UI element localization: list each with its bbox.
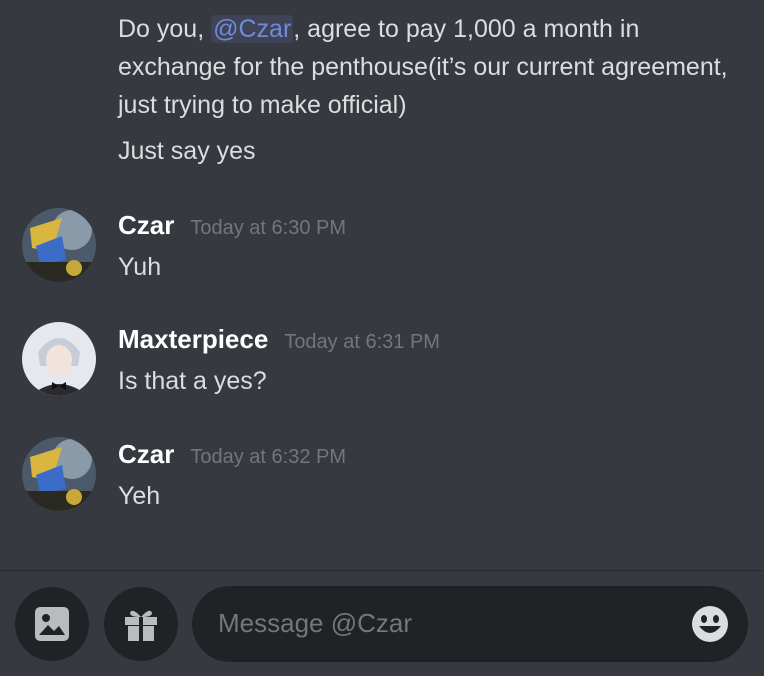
emoji-icon [692, 606, 728, 642]
message-text: Yuh [118, 253, 162, 281]
timestamp: Today at 6:31 PM [284, 331, 440, 353]
gift-button[interactable] [104, 587, 178, 661]
message-header: Czar Today at 6:30 PM [118, 210, 346, 241]
timestamp: Today at 6:32 PM [190, 446, 347, 468]
user-mention[interactable]: @Czar [211, 15, 294, 43]
attach-image-button[interactable] [15, 587, 89, 661]
message-input-placeholder: Message @Czar [218, 608, 413, 638]
username[interactable]: Czar [118, 439, 174, 470]
message-text-part: Do you, [118, 15, 212, 43]
gift-icon [125, 610, 157, 641]
avatar[interactable] [22, 437, 96, 511]
avatar[interactable] [22, 208, 96, 282]
timestamp: Today at 6:30 PM [190, 217, 347, 239]
message-header: Czar Today at 6:32 PM [118, 439, 346, 470]
emoji-button[interactable] [690, 604, 730, 644]
avatar-image [22, 437, 96, 511]
message-composer: Message @Czar [0, 571, 764, 676]
message-text: Just say yes [118, 137, 256, 165]
message-list: Do you, @Czar, agree to pay 1,000 a mont… [0, 0, 764, 570]
image-icon [35, 607, 69, 641]
message-group: Czar Today at 6:30 PM Yuh [0, 208, 764, 298]
username[interactable]: Maxterpiece [118, 324, 268, 355]
message-input[interactable]: Message @Czar [192, 586, 748, 662]
avatar-image [22, 208, 96, 282]
message-text: Yeh [118, 482, 161, 510]
avatar-image [22, 322, 96, 396]
username[interactable]: Czar [118, 210, 174, 241]
message-header: Maxterpiece Today at 6:31 PM [118, 324, 440, 355]
avatar[interactable] [22, 322, 96, 396]
message-text: Is that a yes? [118, 367, 267, 395]
message-continuation: Do you, @Czar, agree to pay 1,000 a mont… [118, 10, 738, 170]
message-text: Do you, @Czar, agree to pay 1,000 a mont… [118, 10, 738, 124]
message-group: Czar Today at 6:32 PM Yeh [0, 437, 764, 527]
message-group: Maxterpiece Today at 6:31 PM Is that a y… [0, 322, 764, 412]
